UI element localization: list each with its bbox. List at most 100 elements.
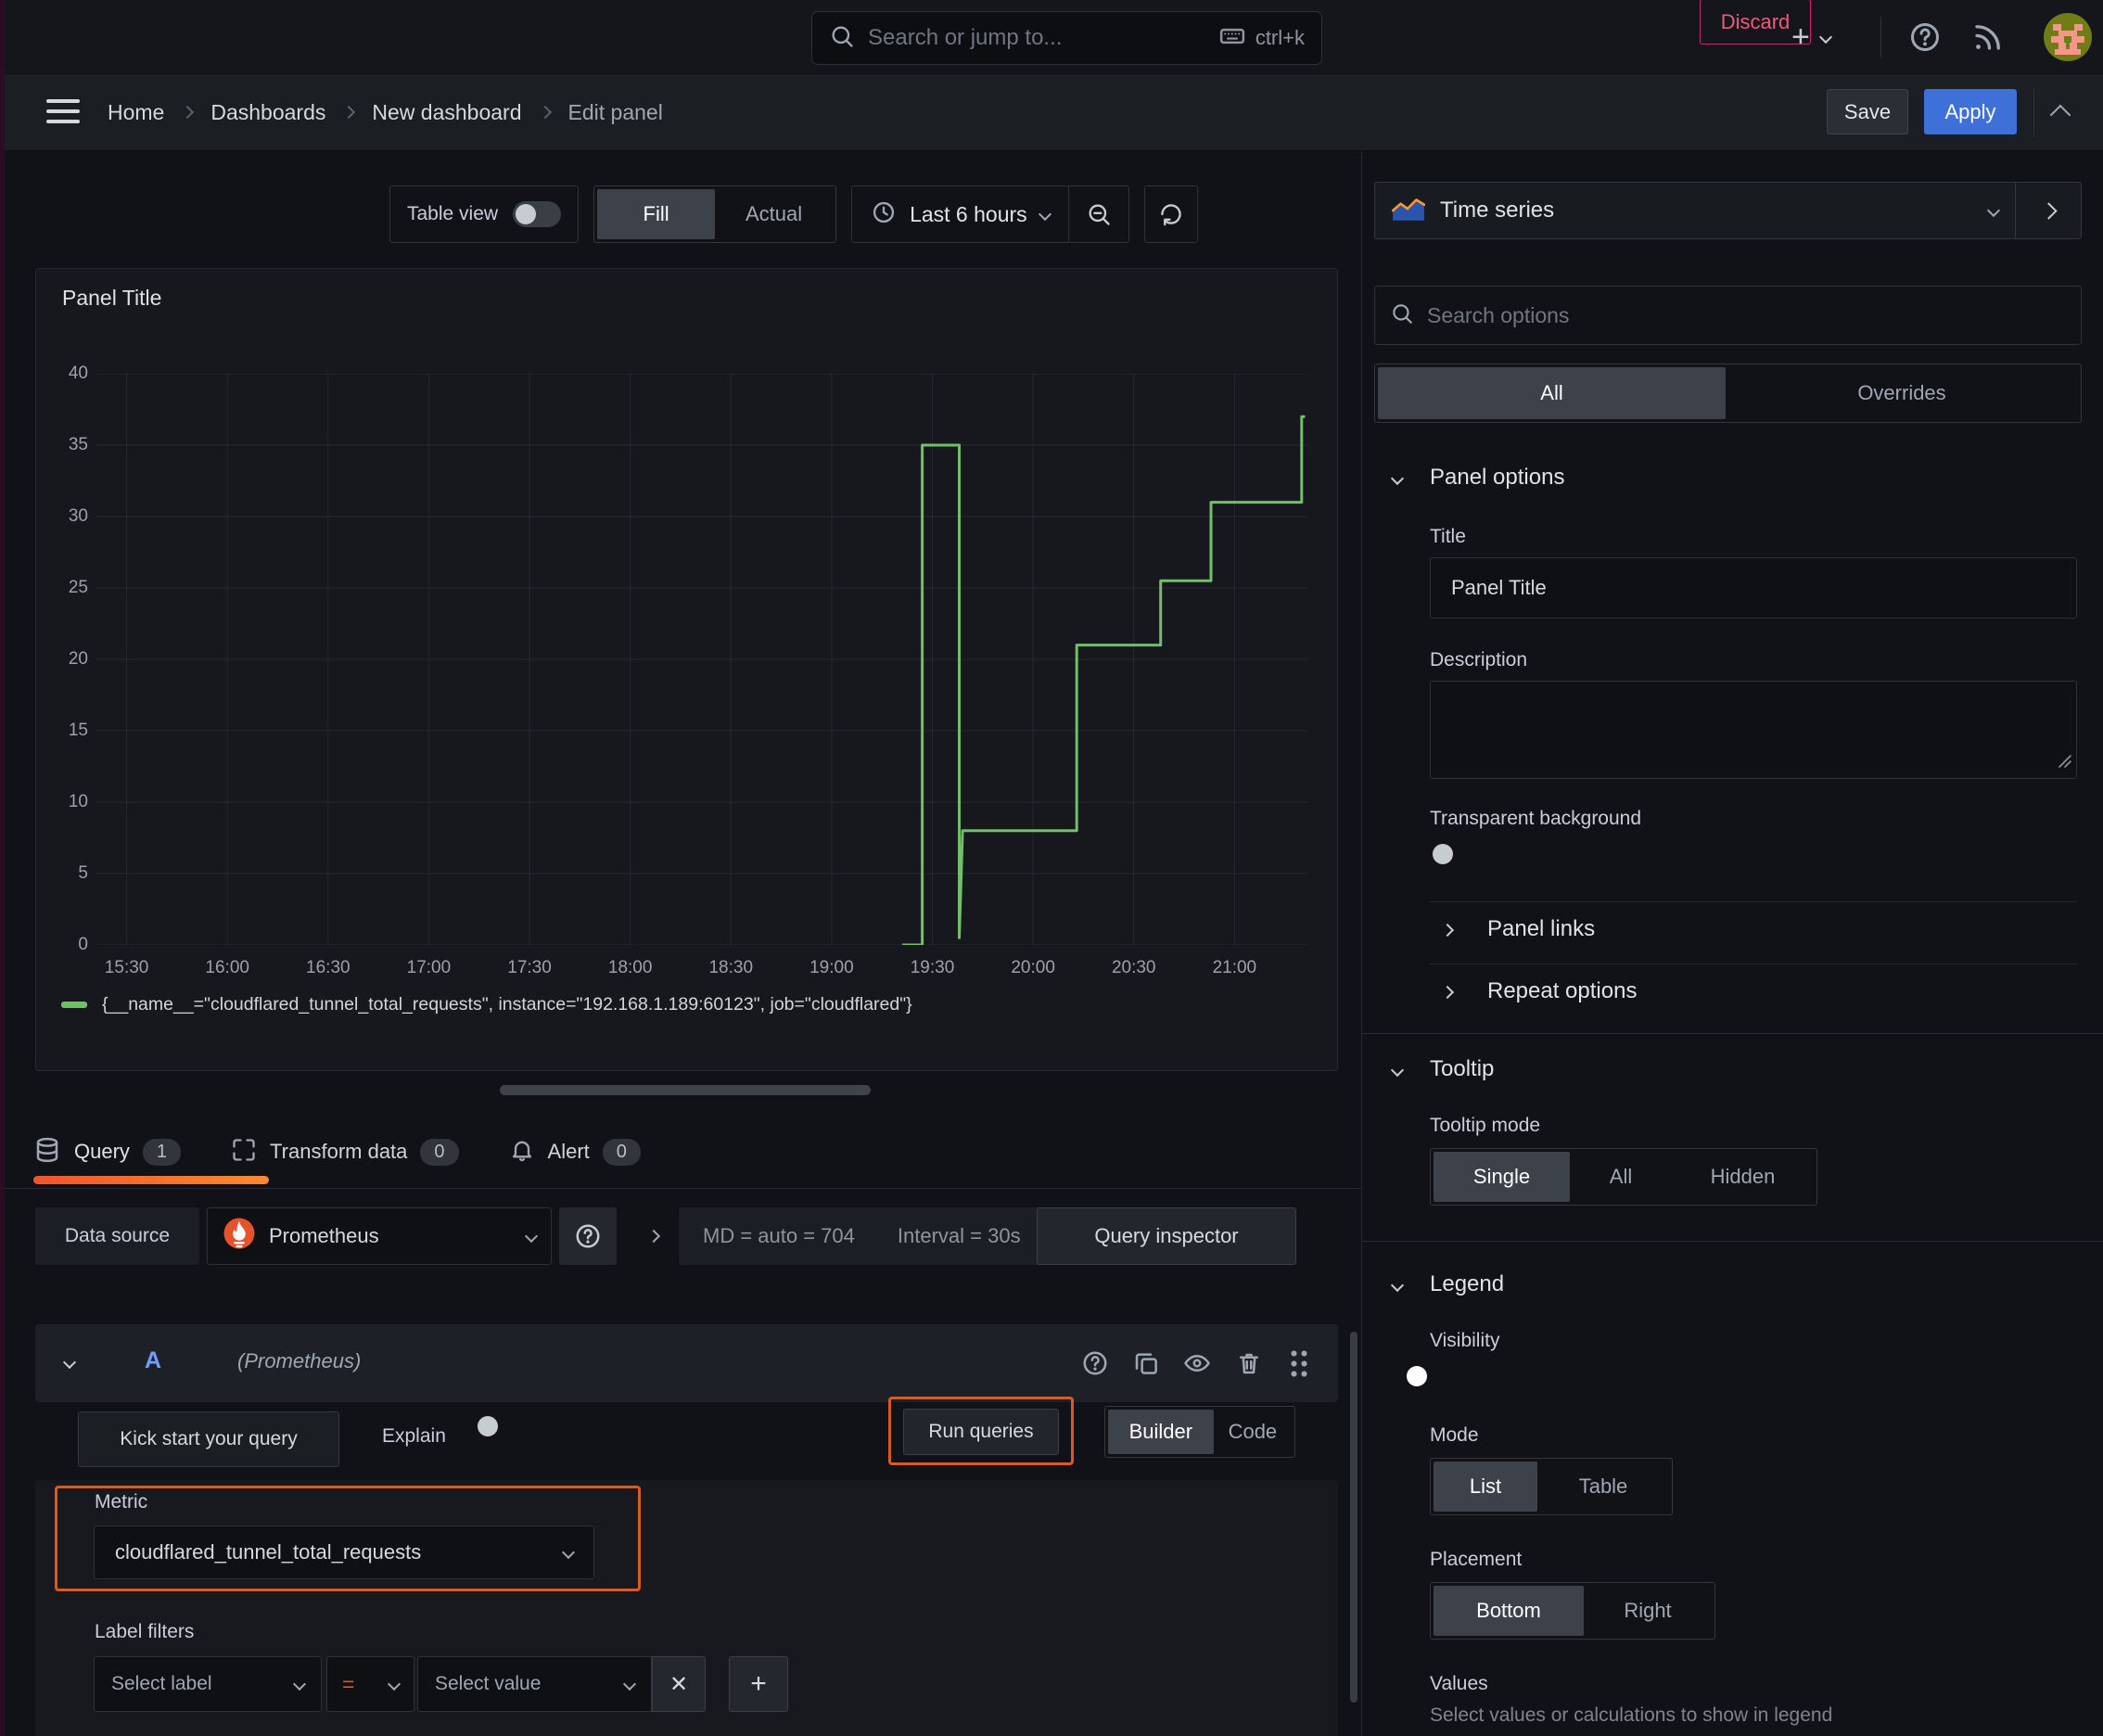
series-line[interactable] <box>901 415 1306 947</box>
delete-query-icon[interactable] <box>1235 1349 1263 1382</box>
query-ref-id[interactable]: A <box>145 1347 161 1374</box>
tab-all[interactable]: All <box>1378 367 1726 419</box>
query-row-a: A (Prometheus) <box>35 1324 1338 1402</box>
grafana-logo-icon[interactable] <box>26 14 69 61</box>
menu-toggle-button[interactable] <box>46 99 80 123</box>
collapse-section-icon[interactable] <box>1390 1063 1405 1078</box>
tooltip-single-option[interactable]: Single <box>1434 1152 1570 1202</box>
toggle-visibility-icon[interactable] <box>1183 1349 1211 1382</box>
select-label-placeholder: Select label <box>111 1673 212 1694</box>
tab-query[interactable]: Query 1 <box>33 1136 182 1168</box>
metric-select[interactable]: cloudflared_tunnel_total_requests <box>94 1525 594 1579</box>
keyboard-icon <box>1218 22 1246 55</box>
tab-alert-badge: 0 <box>602 1138 641 1166</box>
news-icon[interactable] <box>1971 20 2005 58</box>
tooltip-header[interactable]: Tooltip <box>1430 1056 1494 1082</box>
resize-handle-icon[interactable] <box>2058 750 2072 774</box>
viz-select[interactable]: Time series <box>1375 183 2015 238</box>
panel-options-header[interactable]: Panel options <box>1430 465 1564 491</box>
time-range-picker[interactable]: Last 6 hours <box>852 186 1068 242</box>
topbar-divider <box>1880 17 1881 57</box>
run-queries-button[interactable]: Run queries <box>903 1409 1059 1455</box>
chevron-down-icon <box>622 1677 637 1691</box>
remove-filter-button[interactable]: ✕ <box>652 1656 706 1712</box>
tab-query-label: Query <box>74 1140 130 1163</box>
mode-table-option[interactable]: Table <box>1537 1462 1669 1512</box>
query-options-expand-icon[interactable] <box>646 1229 661 1244</box>
collapse-section-icon[interactable] <box>1390 471 1405 486</box>
x-axis-label: 18:30 <box>708 958 754 977</box>
toggle-options-pane-button[interactable] <box>2016 183 2081 238</box>
metric-value: cloudflared_tunnel_total_requests <box>115 1540 422 1564</box>
kick-start-button[interactable]: Kick start your query <box>78 1411 339 1467</box>
collapse-section-icon[interactable] <box>1390 1278 1405 1293</box>
title-input[interactable] <box>1430 557 2077 619</box>
add-filter-button[interactable]: + <box>729 1656 788 1712</box>
tab-transform[interactable]: Transform data 0 <box>231 1137 459 1168</box>
legend-header[interactable]: Legend <box>1430 1271 1504 1297</box>
legend-mode-switch: List Table <box>1430 1458 1673 1515</box>
query-inspector-button[interactable]: Query inspector <box>1037 1207 1296 1265</box>
tab-transform-label: Transform data <box>270 1140 408 1163</box>
legend-placement-switch: Bottom Right <box>1430 1582 1715 1640</box>
options-search-input[interactable]: Search options <box>1374 286 2082 345</box>
query-options-summary[interactable]: MD = auto = 704 Interval = 30s <box>679 1207 1045 1265</box>
expand-section-icon[interactable] <box>1440 923 1455 938</box>
collapse-query-icon[interactable] <box>62 1355 77 1370</box>
refresh-button[interactable] <box>1143 185 1198 243</box>
discard-button[interactable]: Discard <box>1700 0 1811 45</box>
breadcrumb-dashboards[interactable]: Dashboards <box>210 100 325 125</box>
global-search-input[interactable]: Search or jump to... ctrl+k <box>811 11 1322 65</box>
collapse-panel-icon[interactable] <box>2049 104 2071 126</box>
code-option[interactable]: Code <box>1214 1410 1292 1454</box>
tab-alert[interactable]: Alert 0 <box>509 1137 641 1168</box>
database-icon <box>33 1136 61 1168</box>
datasource-help-button[interactable] <box>559 1207 617 1265</box>
actual-option[interactable]: Actual <box>715 189 833 239</box>
builder-option[interactable]: Builder <box>1108 1410 1214 1454</box>
tooltip-mode-label: Tooltip mode <box>1430 1115 1541 1136</box>
drag-query-handle[interactable] <box>1289 1348 1309 1378</box>
resize-drag-handle[interactable] <box>500 1085 871 1095</box>
help-icon[interactable] <box>1908 20 1942 58</box>
prometheus-icon <box>223 1217 256 1256</box>
options-search-placeholder: Search options <box>1427 302 1570 327</box>
panel-links-header[interactable]: Panel links <box>1487 916 1595 942</box>
scrollbar[interactable] <box>1350 1332 1357 1703</box>
label-filters-label: Label filters <box>95 1621 195 1642</box>
repeat-options-header[interactable]: Repeat options <box>1487 978 1637 1004</box>
placement-right-option[interactable]: Right <box>1584 1586 1712 1636</box>
datasource-name: Prometheus <box>269 1224 379 1247</box>
fill-option[interactable]: Fill <box>597 189 716 239</box>
y-axis-label: 20 <box>68 649 88 669</box>
apply-button[interactable]: Apply <box>1924 89 2017 134</box>
duplicate-query-icon[interactable] <box>1132 1349 1160 1382</box>
operator-dropdown[interactable]: = <box>326 1656 414 1712</box>
legend-series-marker[interactable] <box>61 1002 87 1008</box>
tooltip-all-option[interactable]: All <box>1570 1152 1672 1202</box>
zoom-out-button[interactable] <box>1069 186 1128 242</box>
panel-title[interactable]: Panel Title <box>62 286 161 311</box>
avatar[interactable] <box>2044 13 2092 66</box>
table-view-toggle[interactable] <box>513 201 562 227</box>
time-range-label: Last 6 hours <box>910 201 1027 226</box>
select-label-dropdown[interactable]: Select label <box>94 1656 322 1712</box>
query-help-icon[interactable] <box>1081 1349 1109 1382</box>
placement-bottom-option[interactable]: Bottom <box>1434 1586 1584 1636</box>
description-textarea[interactable] <box>1430 681 2077 779</box>
select-value-dropdown[interactable]: Select value <box>417 1656 652 1712</box>
chart-plot[interactable] <box>96 373 1308 947</box>
breadcrumb-home[interactable]: Home <box>108 100 164 125</box>
expand-section-icon[interactable] <box>1440 985 1455 1000</box>
tooltip-hidden-option[interactable]: Hidden <box>1672 1152 1814 1202</box>
mode-list-option[interactable]: List <box>1434 1462 1537 1512</box>
search-placeholder: Search or jump to... <box>868 25 1063 50</box>
datasource-picker[interactable]: Prometheus <box>207 1207 552 1265</box>
legend-series-label[interactable]: {__name__="cloudflared_tunnel_total_requ… <box>102 994 912 1015</box>
save-button[interactable]: Save <box>1827 89 1908 134</box>
options-pane-divider <box>1361 151 1362 1736</box>
tab-overrides[interactable]: Overrides <box>1726 367 2078 419</box>
divider <box>1430 901 2077 902</box>
transparent-bg-label: Transparent background <box>1430 808 1642 829</box>
breadcrumb-new-dashboard[interactable]: New dashboard <box>372 100 521 125</box>
